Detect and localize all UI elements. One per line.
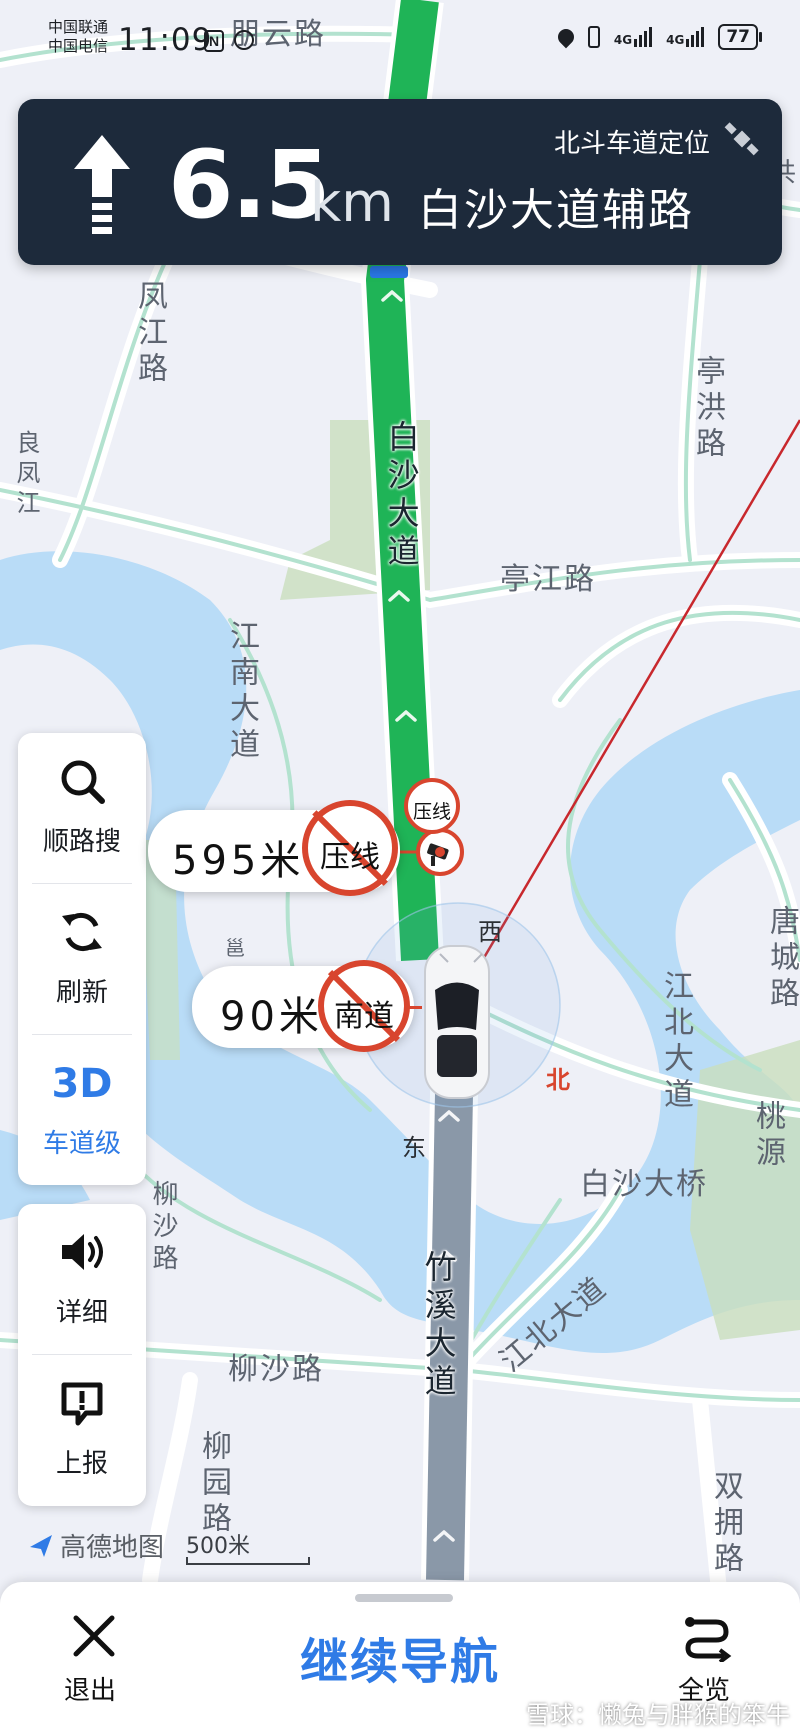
carrier-name: 中国电信 (48, 37, 109, 55)
refresh-label: 刷新 (55, 978, 108, 1008)
alert-distance: 595米 (172, 838, 305, 884)
network-4g-1: 4G (613, 27, 653, 47)
compass-east: 东 (402, 1134, 426, 1162)
satellite-icon (724, 122, 759, 156)
map-tools-panel: 顺路搜 刷新 3D 车道级 (18, 733, 146, 1185)
report-icon (61, 1382, 103, 1426)
road-label: 良凤江 (12, 430, 40, 520)
road-label: 柳沙路 (228, 1352, 324, 1387)
scale-bar (186, 1557, 310, 1565)
route-road-label: 白沙大道 (382, 420, 421, 572)
carrier-name: 中国联通 (48, 18, 109, 36)
drag-handle[interactable] (355, 1594, 453, 1602)
voice-label: 详细 (55, 1298, 108, 1328)
mode-title: 3D (51, 1061, 113, 1107)
road-label: 双拥路 (708, 1470, 743, 1578)
search-icon (61, 760, 105, 804)
next-road-name: 白沙大道辅路 (418, 185, 694, 236)
search-label: 顺路搜 (42, 827, 121, 857)
sign-text: 南道 (334, 999, 394, 1034)
nfc-icon: N (204, 30, 224, 52)
compass-north: 北 (546, 1066, 570, 1094)
line-crossing-sign-marker[interactable]: 压线 (404, 778, 460, 834)
road-label: 柳园路 (196, 1430, 231, 1538)
road-label: 唐城路 (764, 905, 799, 1013)
road-label: 亭江路 (500, 562, 596, 597)
road-label: 白沙大桥 (580, 1167, 708, 1202)
road-label: 江北大道 (658, 970, 693, 1114)
refresh-button[interactable]: 刷新 (18, 884, 146, 1034)
brand-name: 高德地图 (60, 1533, 165, 1563)
alert-distance: 90米 (220, 994, 323, 1040)
lane-restriction-sign: 南道 (318, 960, 410, 1052)
straight-arrow-icon (74, 135, 130, 234)
sign-text: 压线 (412, 801, 451, 823)
watermark: 雪球：懒兔与胖猴的笨牛 (526, 1701, 790, 1729)
voice-detail-button[interactable]: 详细 (18, 1204, 146, 1354)
speaker-icon (62, 1234, 103, 1270)
report-button[interactable]: 上报 (18, 1355, 146, 1505)
location-icon (554, 25, 578, 49)
network-4g-2: 4G (666, 27, 705, 47)
vibrate-icon (587, 26, 600, 48)
continue-navigation-button[interactable]: 继续导航 (250, 1622, 550, 1692)
refresh-icon (62, 912, 102, 952)
report-label: 上报 (55, 1449, 108, 1479)
amap-logo-icon (30, 1534, 52, 1557)
alert-connector (408, 1006, 422, 1009)
guidance-banner[interactable]: 6.5 km 白沙大道辅路 北斗车道定位 (18, 99, 782, 265)
voice-report-panel: 详细 上报 (18, 1204, 146, 1506)
road-label: 桃源 (750, 1100, 785, 1172)
exit-button[interactable]: 退出 (50, 1608, 140, 1718)
route-road-label: 竹溪大道 (419, 1250, 458, 1402)
scale-label: 500米 (186, 1534, 250, 1559)
car-marker (424, 945, 490, 1099)
distance-unit: km (310, 171, 394, 234)
beidou-positioning-label: 北斗车道定位 (553, 129, 710, 159)
sign-text: 压线 (320, 840, 380, 875)
carrier-info: 中国联通 中国电信 (48, 18, 108, 56)
exit-label: 退出 (64, 1676, 117, 1706)
amap-logo: 高德地图 (28, 1527, 164, 1564)
lane-level-3d-toggle[interactable]: 3D 车道级 (18, 1035, 146, 1185)
battery-indicator: 77 (718, 24, 762, 50)
along-route-search-button[interactable]: 顺路搜 (18, 733, 146, 883)
alarm-icon (234, 30, 254, 50)
road-label: 亭洪路 (690, 355, 725, 463)
close-icon (73, 1615, 115, 1657)
road-label: 凤江路 (132, 280, 167, 388)
line-crossing-sign: 压线 (302, 800, 398, 896)
mode-label: 车道级 (42, 1129, 121, 1159)
route-overview-icon (685, 1617, 732, 1662)
compass-west: 西 (478, 918, 502, 946)
road-label: 江南大道 (224, 620, 259, 764)
clock: 11:09 (118, 22, 213, 58)
road-label: 柳沙路 (148, 1180, 178, 1276)
river-label: 邕 (225, 936, 247, 960)
status-bar: 中国联通 中国电信 11:09 N 4G 4G 77 (0, 14, 800, 64)
net-type-label: 4G (666, 33, 685, 47)
net-type-label: 4G (613, 33, 633, 47)
distance-value: 6.5 (168, 131, 331, 240)
